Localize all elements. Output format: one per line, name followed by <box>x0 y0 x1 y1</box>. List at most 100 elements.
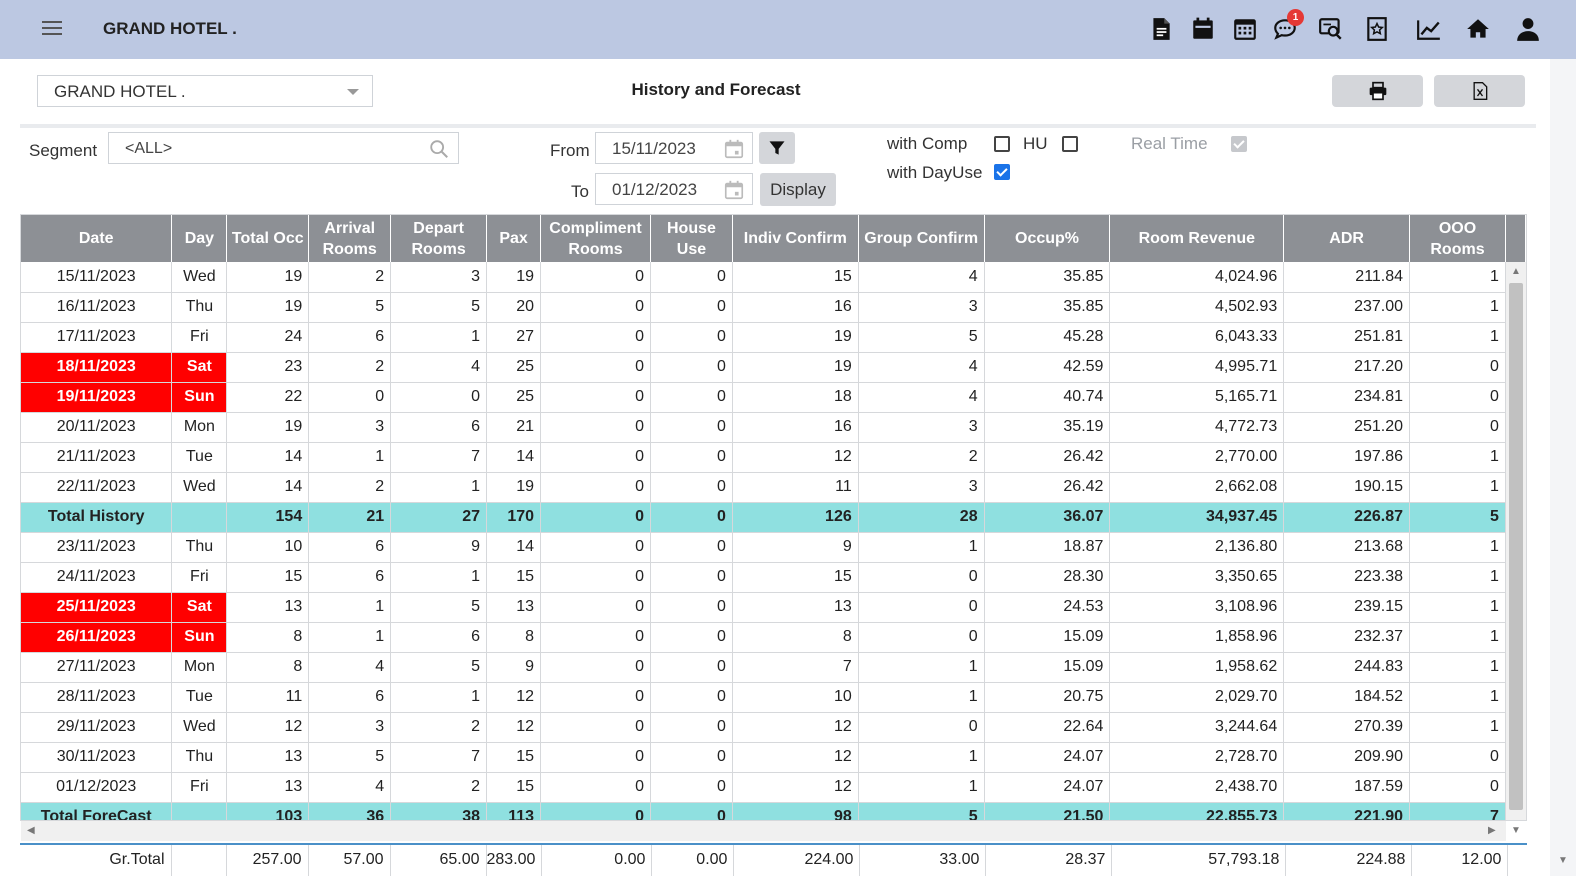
calendar-grid-icon[interactable] <box>1230 12 1260 46</box>
table-row[interactable]: 21/11/2023 Tue 14 1 7 14 0 0 12 2 26.42 2,770.00 197… <box>21 442 1526 473</box>
table-cell: 15/11/2023 <box>21 262 173 293</box>
column-header[interactable]: Total Occ <box>226 215 310 262</box>
table-cell: 27 <box>486 322 542 353</box>
column-header[interactable]: Date <box>21 215 173 262</box>
table-row[interactable]: 27/11/2023 Mon 8 4 5 9 0 0 7 1 15.09 1,958.62 244.83… <box>21 652 1526 683</box>
calendar-icon[interactable] <box>723 179 745 201</box>
hotel-select[interactable]: GRAND HOTEL . <box>37 75 373 107</box>
table-cell: 1 <box>1409 592 1506 623</box>
column-header[interactable]: Occup% <box>984 215 1111 262</box>
column-header[interactable]: Depart Rooms <box>390 215 488 262</box>
column-header[interactable]: Compliment Rooms <box>540 215 651 262</box>
total-row[interactable]: Total ForeCast 103 36 38 113 0 0 98 5 21.50 22,855… <box>21 802 1526 820</box>
from-date-value: 15/11/2023 <box>612 139 696 158</box>
table-row[interactable]: 30/11/2023 Thu 13 5 7 15 0 0 12 1 24.07 2,728.70 209… <box>21 742 1526 773</box>
table-row[interactable]: 01/12/2023 Fri 13 4 2 15 0 0 12 1 24.07 2,438.70 187… <box>21 772 1526 803</box>
user-icon[interactable] <box>1513 12 1543 46</box>
with-comp-label: with Comp <box>887 134 968 153</box>
table-row[interactable]: 26/11/2023 Sun 8 1 6 8 0 0 8 0 15.09 1,858.96 232.37… <box>21 622 1526 653</box>
calendar-day-icon[interactable] <box>1188 12 1218 46</box>
segment-input[interactable]: <ALL> <box>108 132 459 164</box>
calendar-icon[interactable] <box>723 138 745 160</box>
table-cell: 0 <box>650 262 733 293</box>
display-button[interactable]: Display <box>760 173 836 206</box>
table-cell: 13 <box>226 592 310 623</box>
table-cell: 213.68 <box>1283 532 1411 563</box>
grand-total-cell: 257.00 <box>226 845 309 876</box>
table-cell: 0 <box>390 382 488 413</box>
table-row[interactable]: 16/11/2023 Thu 19 5 5 20 0 0 16 3 35.85 4,502.93 237… <box>21 292 1526 323</box>
table-row[interactable]: 17/11/2023 Fri 24 6 1 27 0 0 19 5 45.28 6,043.33 251… <box>21 322 1526 353</box>
document-icon[interactable] <box>1146 12 1176 46</box>
vertical-scrollbar[interactable]: ▲ <box>1506 262 1526 820</box>
column-header[interactable]: Room Revenue <box>1109 215 1285 262</box>
table-row[interactable]: 15/11/2023 Wed 19 2 3 19 0 0 15 4 35.85 4,024.96 211… <box>21 262 1526 293</box>
column-header[interactable]: Indiv Confirm <box>732 215 859 262</box>
table-cell: 19 <box>486 472 542 503</box>
horizontal-scrollbar[interactable]: ◀ ▶ ▼ <box>21 821 1521 841</box>
table-cell: 2 <box>308 352 392 383</box>
table-cell: 36.07 <box>984 502 1111 533</box>
table-row[interactable]: 29/11/2023 Wed 12 3 2 12 0 0 12 0 22.64 3,244.64 270… <box>21 712 1526 743</box>
star-document-icon[interactable] <box>1362 12 1392 46</box>
trend-chart-icon[interactable] <box>1414 12 1444 46</box>
column-header[interactable]: Arrival Rooms <box>308 215 392 262</box>
hu-label: HU <box>1023 134 1048 153</box>
table-row[interactable]: 23/11/2023 Thu 10 6 9 14 0 0 9 1 18.87 2,136.80 213.… <box>21 532 1526 563</box>
table-cell: 1 <box>308 442 392 473</box>
search-icon[interactable] <box>428 138 450 160</box>
table-row[interactable]: 24/11/2023 Fri 15 6 1 15 0 0 15 0 28.30 3,350.65 223… <box>21 562 1526 593</box>
table-cell: 0 <box>540 712 651 743</box>
chat-icon[interactable]: 1 <box>1270 9 1304 46</box>
with-comp-checkbox[interactable] <box>994 136 1010 152</box>
table-cell: 0 <box>540 382 651 413</box>
table-cell: 251.20 <box>1283 412 1411 443</box>
column-header[interactable]: Day <box>171 215 228 262</box>
table-cell: 2,438.70 <box>1109 772 1285 803</box>
chevron-down-icon <box>347 89 359 95</box>
table-row[interactable]: 22/11/2023 Wed 14 2 1 19 0 0 11 3 26.42 2,662.08 190… <box>21 472 1526 503</box>
from-date-input[interactable]: 15/11/2023 <box>595 132 753 164</box>
segment-value: <ALL> <box>125 140 173 157</box>
filter-button[interactable] <box>759 132 795 164</box>
column-header[interactable]: Group Confirm <box>858 215 985 262</box>
scrollbar-thumb[interactable] <box>1509 283 1523 810</box>
table-cell: 0 <box>540 562 651 593</box>
print-button[interactable] <box>1332 75 1423 107</box>
scrollbar-header-spacer <box>1505 215 1526 262</box>
table-row[interactable]: 18/11/2023 Sat 23 2 4 25 0 0 19 4 42.59 4,995.71 217… <box>21 352 1526 383</box>
table-cell: 22,855.73 <box>1109 802 1285 820</box>
table-cell: Sun <box>171 382 228 413</box>
table-row[interactable]: 20/11/2023 Mon 19 3 6 21 0 0 16 3 35.19 4,772.73 251… <box>21 412 1526 443</box>
table-cell: 3,108.96 <box>1109 592 1285 623</box>
home-icon[interactable] <box>1463 12 1493 46</box>
page-title: History and Forecast <box>631 80 801 99</box>
table-row[interactable]: 28/11/2023 Tue 11 6 1 12 0 0 10 1 20.75 2,029.70 184… <box>21 682 1526 713</box>
table-row[interactable]: 19/11/2023 Sun 22 0 0 25 0 0 18 4 40.74 5,165.71 234… <box>21 382 1526 413</box>
to-date-input[interactable]: 01/12/2023 <box>595 173 753 205</box>
table-cell: 0 <box>1409 382 1506 413</box>
grand-total-cell: 0.00 <box>541 845 653 876</box>
table-cell: 232.37 <box>1283 622 1411 653</box>
column-header[interactable]: ADR <box>1283 215 1411 262</box>
column-header[interactable]: OOO Rooms <box>1409 215 1506 262</box>
table-cell: 11 <box>226 682 310 713</box>
table-cell: 237.00 <box>1283 292 1411 323</box>
column-header[interactable]: House Use <box>650 215 733 262</box>
table-cell: 0 <box>540 682 651 713</box>
table-cell: 1 <box>858 682 985 713</box>
table-cell: 0 <box>540 262 651 293</box>
search-chat-icon[interactable] <box>1316 12 1346 46</box>
with-dayuse-checkbox[interactable] <box>994 164 1010 180</box>
export-excel-button[interactable] <box>1434 75 1525 107</box>
table-cell: 217.20 <box>1283 352 1411 383</box>
table-cell: 4 <box>858 382 985 413</box>
grand-total-cell: 65.00 <box>390 845 487 876</box>
hu-checkbox[interactable] <box>1062 136 1078 152</box>
table-cell: 19/11/2023 <box>21 382 173 413</box>
page-scrollbar[interactable]: ▼ <box>1550 59 1576 876</box>
table-cell: 22.64 <box>984 712 1111 743</box>
total-row[interactable]: Total History 154 21 27 170 0 0 126 28 36.07 34,93… <box>21 502 1526 533</box>
table-row[interactable]: 25/11/2023 Sat 13 1 5 13 0 0 13 0 24.53 3,108.96 239… <box>21 592 1526 623</box>
column-header[interactable]: Pax <box>486 215 542 262</box>
